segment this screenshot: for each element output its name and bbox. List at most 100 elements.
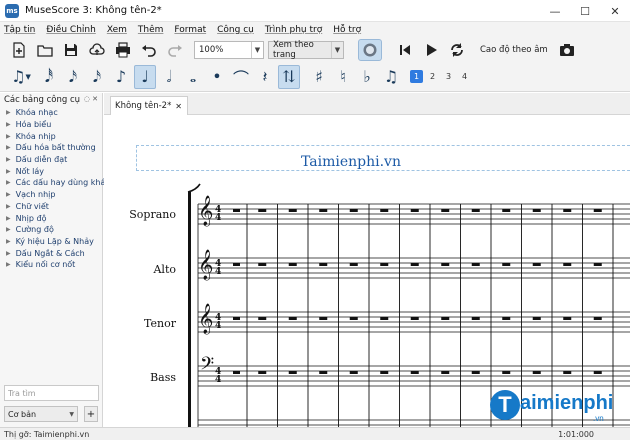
voice-4-button[interactable]: 4 <box>458 70 471 83</box>
tuplet-icon[interactable]: ♫ <box>380 65 402 89</box>
concert-pitch-toggle[interactable]: Cao độ theo âm <box>480 45 548 55</box>
palette-item[interactable]: ▶ Khóa nhạc <box>0 107 102 119</box>
menu-bar: Tập tin Điều Chỉnh Xem Thêm Format Công … <box>0 22 630 38</box>
status-time: 1:01:000 <box>558 429 594 439</box>
bass-clef-icon[interactable]: 𝄢 <box>200 354 214 379</box>
musescore-app-icon: ms <box>5 3 19 18</box>
palette-search-input[interactable]: Tra tìm <box>4 385 99 401</box>
undo-icon[interactable] <box>138 40 160 60</box>
camera-icon[interactable] <box>556 40 578 60</box>
time-signature[interactable]: 44 <box>215 206 221 223</box>
view-mode-select[interactable]: Xem theo trang ▼ <box>268 40 344 60</box>
palette-item[interactable]: ▶ Các dấu hay dùng khác <box>0 177 110 189</box>
palette-item[interactable]: ▶ Ký hiệu Lặp & Nhảy <box>0 236 102 248</box>
quarter-note-icon[interactable]: ♩ <box>134 64 156 89</box>
cloud-upload-icon[interactable] <box>86 40 108 60</box>
close-tab-icon[interactable]: ✕ <box>175 102 182 111</box>
expand-arrow-icon: ▶ <box>6 261 11 269</box>
flip-direction-icon[interactable]: ⇅ <box>278 64 300 89</box>
logo-suffix: .vn <box>593 414 604 423</box>
sixteenth-note-icon[interactable]: 𝅘𝅥𝅯 <box>86 65 108 89</box>
maximize-button[interactable]: ☐ <box>570 0 600 22</box>
thirty-second-note-icon[interactable]: 𝅘𝅥𝅯 <box>62 65 84 89</box>
play-icon[interactable] <box>420 40 442 60</box>
window-title: MuseScore 3: Không tên-2* <box>25 5 162 16</box>
save-icon[interactable] <box>60 40 82 60</box>
palette-item[interactable]: ▶ Dấu diễn đạt <box>0 154 102 166</box>
palette-item[interactable]: ▶ Vạch nhịp <box>0 189 102 201</box>
eighth-note-icon[interactable]: ♪ <box>110 65 132 89</box>
voice-3-button[interactable]: 3 <box>442 70 455 83</box>
panel-float-close-icons[interactable]: ◌ ✕ <box>84 95 98 103</box>
add-workspace-button[interactable]: + <box>84 406 98 422</box>
midi-input-icon[interactable] <box>358 39 382 61</box>
open-folder-icon[interactable] <box>34 40 56 60</box>
palette-item[interactable]: ▶ Khóa nhịp <box>0 130 102 142</box>
sharp-icon[interactable]: ♯ <box>308 65 330 89</box>
time-signature[interactable]: 44 <box>215 368 221 385</box>
tie-icon[interactable]: ⌒ <box>230 65 252 89</box>
augmentation-dot-icon[interactable]: • <box>206 65 228 89</box>
menu-tools[interactable]: Công cụ <box>217 25 254 35</box>
menu-file[interactable]: Tập tin <box>4 25 35 35</box>
rewind-icon[interactable] <box>394 40 416 60</box>
chevron-down-icon: ▼ <box>331 42 343 58</box>
expand-arrow-icon: ▶ <box>6 249 11 257</box>
loop-icon[interactable] <box>446 40 468 60</box>
instrument-name-bass[interactable]: Bass <box>104 371 176 384</box>
menu-help[interactable]: Hỗ trợ <box>333 25 361 35</box>
rest-icon[interactable]: 𝄽 <box>254 65 276 89</box>
voice-1-button[interactable]: 1 <box>410 70 423 83</box>
menu-edit[interactable]: Điều Chỉnh <box>46 25 95 35</box>
close-button[interactable]: ✕ <box>600 0 630 22</box>
natural-icon[interactable]: ♮ <box>332 65 354 89</box>
palette-item[interactable]: ▶ Dấu hóa bất thường <box>0 142 102 154</box>
instrument-name-soprano[interactable]: Soprano <box>104 208 176 221</box>
instrument-name-alto[interactable]: Alto <box>104 263 176 276</box>
treble-clef-icon[interactable]: 𝄞 <box>198 250 213 281</box>
workspace-select[interactable]: Cơ bản ▼ <box>4 406 78 422</box>
print-icon[interactable] <box>112 40 134 60</box>
time-signature[interactable]: 44 <box>215 260 221 277</box>
zoom-select[interactable]: 100% ▼ <box>194 41 264 59</box>
whole-note-icon[interactable]: 𝅝 <box>182 65 204 89</box>
palette-title: Các bảng công cụ <box>4 95 81 105</box>
expand-arrow-icon: ▶ <box>6 191 11 199</box>
expand-arrow-icon: ▶ <box>6 144 11 152</box>
expand-arrow-icon: ▶ <box>6 179 11 187</box>
note-input-mode-icon[interactable]: ♫ ▼ <box>6 65 36 89</box>
treble-clef-icon[interactable]: 𝄞 <box>198 196 213 227</box>
palette-item[interactable]: ▶ Cường độ <box>0 224 102 236</box>
voice-2-button[interactable]: 2 <box>426 70 439 83</box>
menu-plugins[interactable]: Trình phụ trợ <box>265 25 322 35</box>
palette-item[interactable]: ▶ Dấu Ngắt & Cách <box>0 247 102 259</box>
workspace-value: Cơ bản <box>8 409 37 419</box>
menu-format[interactable]: Format <box>174 25 206 35</box>
expand-arrow-icon: ▶ <box>6 202 11 210</box>
window-controls: — ☐ ✕ <box>540 0 630 22</box>
time-signature[interactable]: 44 <box>215 314 221 331</box>
palette-item[interactable]: ▶ Nhịp độ <box>0 212 102 224</box>
palette-item[interactable]: ▶ Chữ viết <box>0 201 102 213</box>
palette-header: Các bảng công cụ ◌ ✕ <box>0 93 102 107</box>
redo-icon[interactable] <box>164 40 186 60</box>
palette-item[interactable]: ▶ Kiểu nối cơ nốt <box>0 259 102 271</box>
menu-add[interactable]: Thêm <box>138 25 164 35</box>
sixty-fourth-note-icon[interactable]: 𝅘𝅥𝅰 <box>38 65 60 89</box>
new-score-icon[interactable] <box>8 40 30 60</box>
flat-icon[interactable]: ♭ <box>356 65 378 89</box>
treble-8vb-clef-icon[interactable]: 𝄞 <box>198 304 213 335</box>
half-note-icon[interactable]: 𝅗𝅥 <box>158 65 180 89</box>
instrument-name-tenor[interactable]: Tenor <box>104 317 176 330</box>
palette-item[interactable]: ▶ Nốt láy <box>0 165 102 177</box>
minimize-button[interactable]: — <box>540 0 570 22</box>
tab-score[interactable]: Không tên-2* ✕ <box>110 96 188 115</box>
palette-item[interactable]: ▶ Hóa biểu <box>0 119 102 131</box>
menu-view[interactable]: Xem <box>107 25 127 35</box>
view-mode-value: Xem theo trang <box>273 40 314 60</box>
chevron-down-icon: ▼ <box>69 410 74 418</box>
zoom-value: 100% <box>199 45 224 55</box>
palette-footer: Cơ bản ▼ + <box>4 406 99 422</box>
score-canvas[interactable]: Taimienphi.vn Soprano Alto Tenor Bass 𝄞 <box>104 116 630 427</box>
note-input-toolbar: ♫ ▼ 𝅘𝅥𝅰 𝅘𝅥𝅯 𝅘𝅥𝅯 ♪ ♩ 𝅗𝅥 𝅝 • ⌒ 𝄽 ⇅ ♯ ♮ ♭ ♫ 1 2 3 4 <box>0 62 630 92</box>
